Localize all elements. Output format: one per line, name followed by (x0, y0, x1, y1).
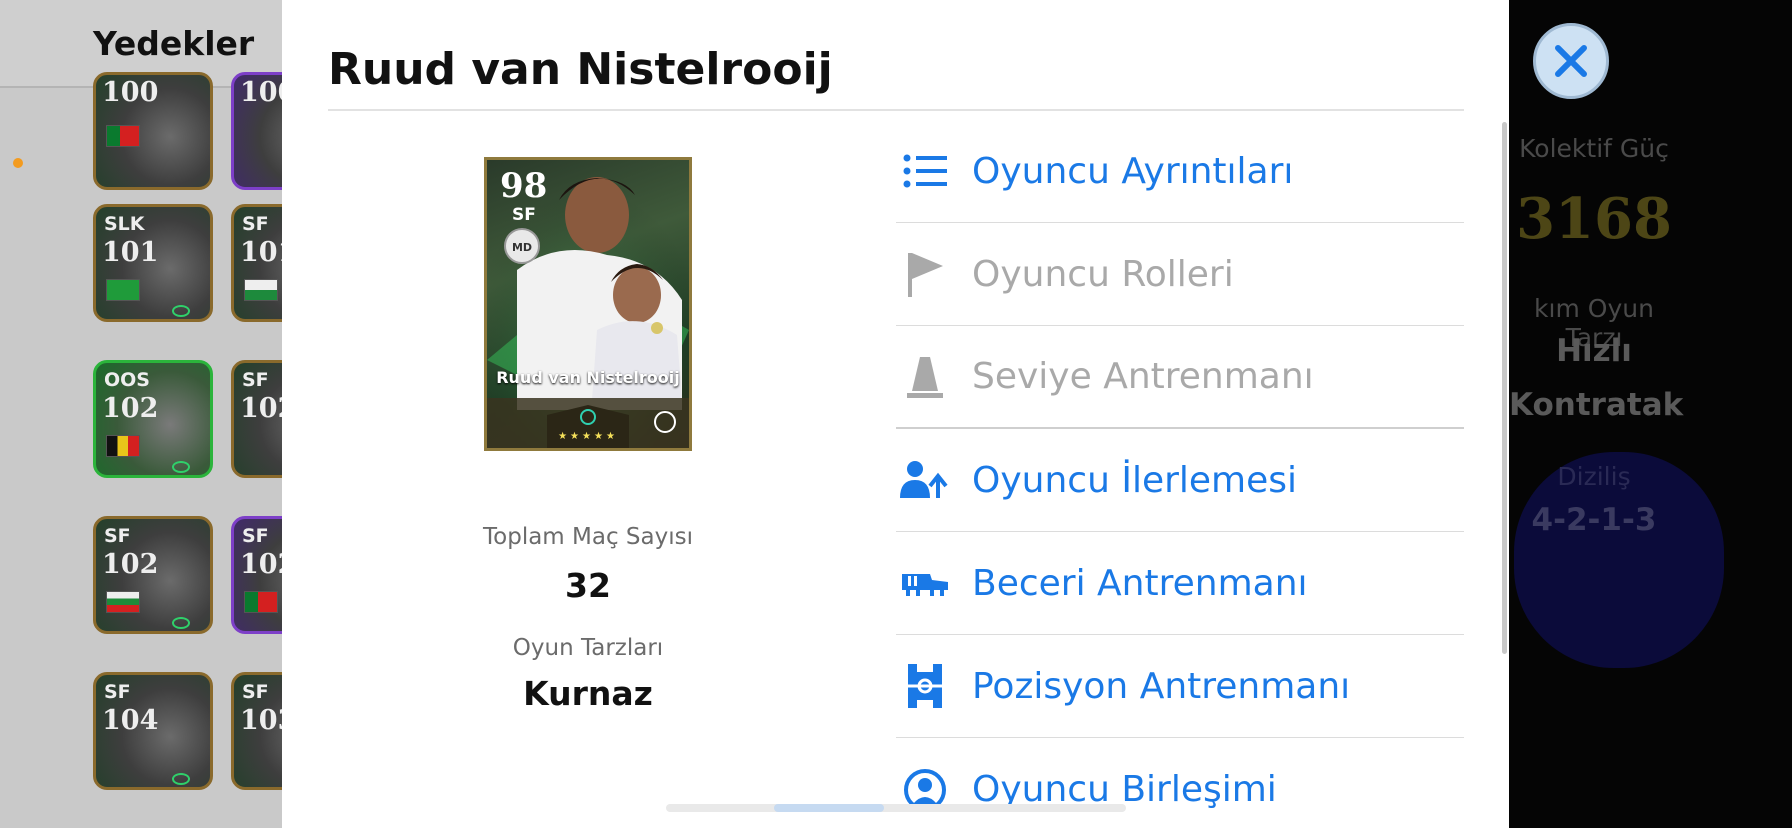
bench-card[interactable]: SF 102 (93, 516, 213, 634)
bench-card-rating: 104 (102, 705, 159, 736)
bench-panel: Yedekler 100 100 SLK 101 SF 101 OOS 102 … (0, 0, 282, 828)
card-stars: ★★★★★ (558, 431, 618, 442)
bench-card[interactable]: SLK 101 (93, 204, 213, 322)
gem-icon (172, 617, 190, 629)
bench-card[interactable]: SF 103 (231, 672, 282, 790)
player-card[interactable]: MD 98 SF Ruud van Nistelrooij ★★★★★ (484, 157, 692, 451)
horizontal-scroll-thumb[interactable] (774, 804, 884, 812)
modal-title: Ruud van Nistelrooij (328, 44, 833, 95)
menu-item-position-training[interactable]: Pozisyon Antrenmanı (896, 635, 1464, 738)
bench-card-rating: 103 (240, 705, 282, 736)
team-power-value: 3168 (1516, 186, 1672, 252)
gem-icon (172, 773, 190, 785)
player-progress-icon (900, 455, 950, 505)
bench-card-position: SLK (104, 213, 145, 235)
bench-card-rating: 101 (240, 237, 282, 268)
bench-card-position: SF (242, 213, 269, 235)
menu-item-skill-training[interactable]: Beceri Antrenmanı (896, 532, 1464, 635)
bench-card[interactable]: 100 (231, 72, 282, 190)
bench-card-rating: 102 (102, 549, 159, 580)
flag-brazil (106, 279, 140, 301)
team-power-label: Kolektif Güç (1519, 134, 1669, 163)
close-button[interactable] (1533, 23, 1609, 99)
formation-value: 4-2-1-3 (1531, 502, 1657, 538)
menu-item-label: Seviye Antrenmanı (972, 356, 1314, 397)
menu-item-label: Oyuncu Rolleri (972, 253, 1234, 295)
flag-belgium (106, 435, 140, 457)
card-player-name: Ruud van Nistelrooij (496, 368, 680, 387)
list-icon (900, 146, 950, 196)
close-icon (1553, 43, 1589, 79)
playstyles-label: Oyun Tarzları (512, 635, 664, 661)
formation-label: Diziliş (1557, 462, 1631, 491)
title-divider (328, 109, 1464, 111)
bench-card-position: OOS (104, 369, 150, 391)
bench-card[interactable]: SF 102 (231, 360, 282, 478)
flag-portugal (244, 591, 278, 613)
menu-item-label: Beceri Antrenmanı (972, 562, 1308, 604)
menu-item-label: Oyuncu İlerlemesi (972, 459, 1298, 501)
bench-card-position: SF (242, 369, 269, 391)
team-playstyle-value: Hızlı (1556, 333, 1632, 369)
flag-portugal (106, 125, 140, 147)
flag-wales (244, 279, 278, 301)
bench-card-position: SF (242, 525, 269, 547)
notification-dot (13, 158, 23, 168)
bench-card[interactable]: SF 104 (93, 672, 213, 790)
vertical-scrollbar[interactable] (1502, 122, 1507, 654)
bench-card-rating: 100 (240, 77, 282, 108)
bench-card-rating: 100 (102, 77, 159, 108)
bench-card-rating: 102 (240, 549, 282, 580)
team-playstyle-value: Kontratak (1509, 387, 1684, 423)
flag-bulgaria (106, 591, 140, 613)
horizontal-scroll-track[interactable] (666, 804, 1126, 812)
svg-text:MD: MD (512, 241, 532, 254)
gem-icon (172, 305, 190, 317)
card-rating: 98 (500, 166, 548, 206)
decorative-shape (1509, 676, 1659, 828)
gem-icon (172, 461, 190, 473)
bench-card-rating: 102 (240, 393, 282, 424)
bench-card[interactable]: SF 101 (231, 204, 282, 322)
cone-icon (900, 352, 950, 402)
menu-item-player-details[interactable]: Oyuncu Ayrıntıları (896, 120, 1464, 223)
playstyles-value: Kurnaz (523, 674, 653, 713)
menu-item-player-progression[interactable]: Oyuncu İlerlemesi (896, 429, 1464, 532)
bench-card[interactable]: 100 (93, 72, 213, 190)
player-menu-modal: Ruud van Nistelrooij MD 98 SF Ruud van N… (282, 0, 1509, 828)
team-stats-panel: Kolektif Güç 3168 kım Oyun Tarzı Hızlı K… (1509, 0, 1792, 828)
pitch-icon (900, 661, 950, 711)
menu-item-player-merge[interactable]: Oyuncu Birleşimi (896, 738, 1464, 828)
bench-card[interactable]: SF 102 (231, 516, 282, 634)
boot-icon (900, 558, 950, 608)
bench-card[interactable]: OOS 102 (93, 360, 213, 478)
menu-item-level-training[interactable]: Seviye Antrenmanı (896, 326, 1464, 429)
bench-card-position: SF (104, 525, 131, 547)
menu-item-label: Pozisyon Antrenmanı (972, 665, 1351, 707)
flag-icon (900, 249, 950, 299)
card-position: SF (512, 205, 536, 225)
total-matches-value: 32 (565, 566, 611, 605)
bench-card-rating: 101 (102, 237, 159, 268)
bench-card-position: SF (242, 681, 269, 703)
menu-item-player-roles[interactable]: Oyuncu Rolleri (896, 223, 1464, 326)
bench-card-position: SF (104, 681, 131, 703)
menu-item-label: Oyuncu Ayrıntıları (972, 150, 1294, 192)
bench-card-rating: 102 (102, 393, 159, 424)
bench-title: Yedekler (93, 24, 255, 63)
total-matches-label: Toplam Maç Sayısı (483, 524, 693, 550)
